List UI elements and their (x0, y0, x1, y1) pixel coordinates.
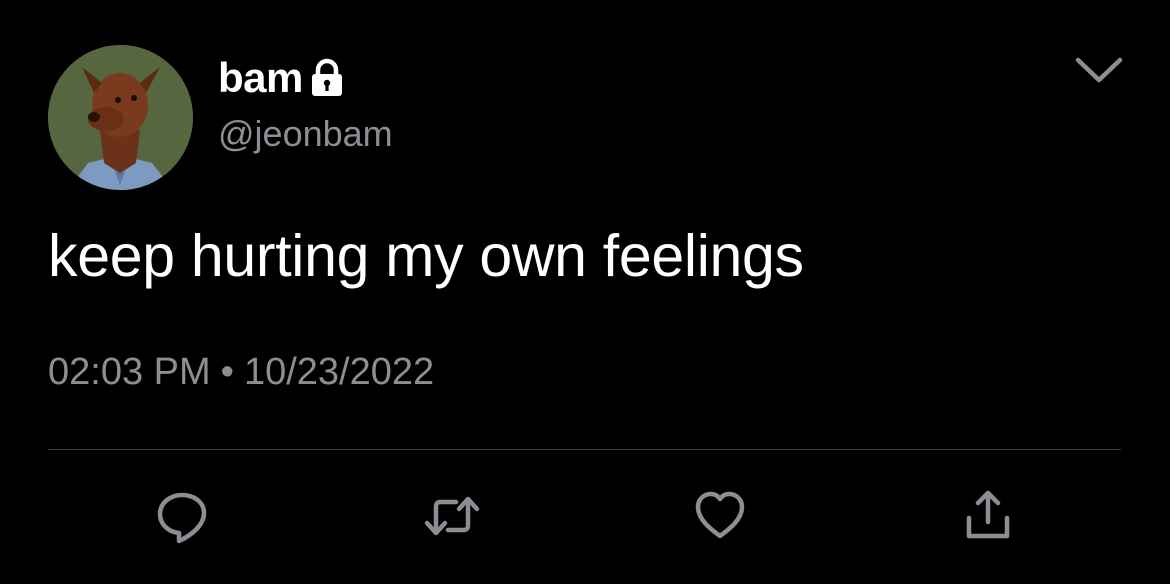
comment-icon (157, 492, 207, 544)
tweet-date: 10/23/2022 (243, 351, 435, 393)
tweet-text: keep hurting my own feelings (48, 223, 804, 289)
display-name-row: bam (218, 52, 345, 104)
lock-icon (309, 58, 345, 98)
dog-avatar-image (48, 45, 193, 190)
heart-icon (695, 491, 745, 539)
share-icon (966, 490, 1010, 539)
tweet-timestamp[interactable]: 02:03 PM • 10/23/2022 (48, 351, 434, 394)
like-button[interactable] (690, 488, 750, 544)
user-handle[interactable]: @jeonbam (218, 113, 393, 155)
retweet-button[interactable] (422, 488, 482, 544)
display-name[interactable]: bam (218, 54, 303, 102)
tweet-time: 02:03 PM (48, 351, 211, 393)
divider (48, 449, 1121, 450)
chevron-down-icon[interactable] (1072, 50, 1126, 90)
tweet-card: bam @jeonbam keep hurting my own feeling… (0, 0, 1170, 584)
meta-separator: • (220, 351, 234, 393)
retweet-icon (424, 496, 480, 536)
avatar[interactable] (48, 45, 193, 190)
share-button[interactable] (958, 488, 1018, 544)
reply-button[interactable] (152, 488, 212, 544)
